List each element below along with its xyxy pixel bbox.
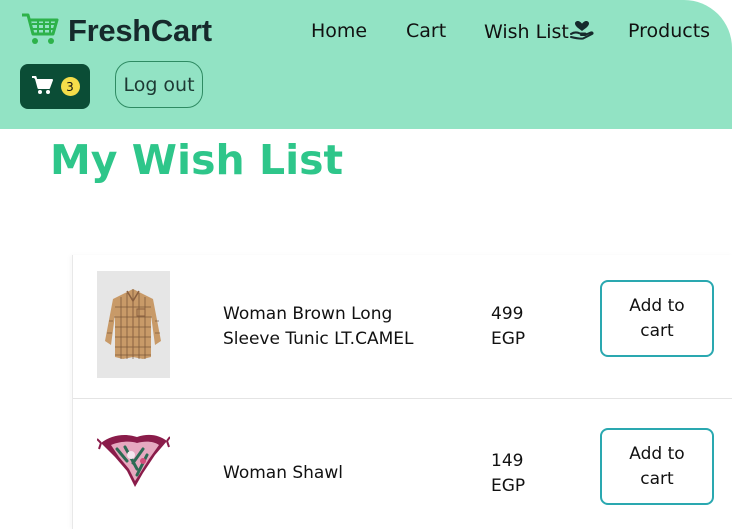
brand-logo[interactable]: FreshCart (20, 12, 212, 50)
product-price: 499 EGP (491, 304, 526, 349)
add-to-cart-button[interactable]: Add to cart (600, 280, 714, 357)
shopping-cart-icon (20, 12, 60, 50)
logout-button[interactable]: Log out (115, 61, 203, 108)
add-to-cart-button[interactable]: Add to cart (600, 428, 714, 505)
wishlist-table: Woman Brown Long Sleeve Tunic LT.CAMEL 4… (72, 255, 732, 529)
cart-icon (31, 75, 53, 99)
page-title: My Wish List (50, 136, 344, 184)
nav-home[interactable]: Home (311, 20, 367, 42)
nav-wish-list-label: Wish List (484, 21, 569, 43)
product-price: 149 EGP (491, 451, 526, 496)
nav-cart[interactable]: Cart (406, 20, 446, 42)
nav-products[interactable]: Products (628, 20, 710, 42)
cart-count-badge: 3 (60, 77, 80, 96)
wishlist-row: Woman Shawl 149 EGP Add to cart (73, 399, 732, 529)
hand-heart-icon (569, 20, 594, 45)
product-name: Woman Brown Long Sleeve Tunic LT.CAMEL (223, 304, 414, 349)
product-name: Woman Shawl (223, 463, 343, 483)
brand-name: FreshCart (68, 13, 212, 48)
navbar: FreshCart Home Cart Wish List Products 3… (0, 0, 732, 129)
wishlist-row: Woman Brown Long Sleeve Tunic LT.CAMEL 4… (73, 255, 732, 399)
product-image-shawl (96, 399, 171, 506)
product-image-tunic (97, 271, 170, 378)
cart-button[interactable]: 3 (20, 64, 90, 109)
nav-wish-list[interactable]: Wish List (484, 20, 594, 45)
